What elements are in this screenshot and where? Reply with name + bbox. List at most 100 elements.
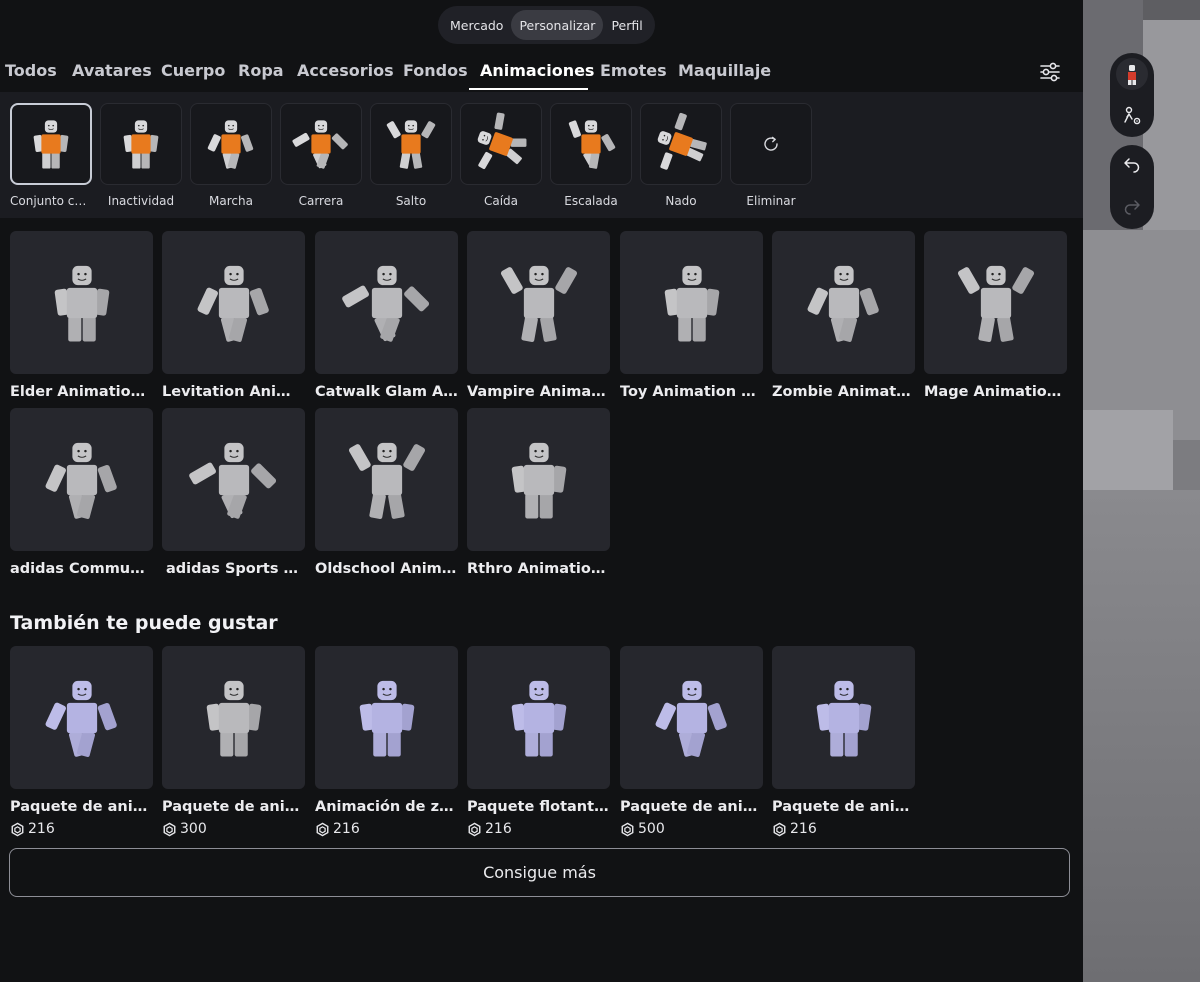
avatar-settings-button[interactable]: [1110, 95, 1154, 137]
top-segmented-control: Mercado Personalizar Perfil: [438, 6, 655, 44]
card-name: Oldschool Animati...: [315, 561, 458, 577]
tab-todos[interactable]: Todos: [5, 61, 57, 91]
card-name: Animación de zom...: [315, 799, 458, 815]
card-price: 216: [10, 820, 153, 838]
subcat-thumb: [550, 103, 632, 185]
tab-cuerpo[interactable]: Cuerpo: [161, 61, 225, 91]
tab-ropa[interactable]: Ropa: [238, 61, 284, 91]
subcat-thumb: [370, 103, 452, 185]
card-name: Toy Animation Pack: [620, 384, 763, 400]
avatar-figure-icon: [386, 120, 436, 169]
subcat-label: Salto: [395, 194, 427, 208]
card-price: 300: [162, 820, 305, 838]
tab-animaciones[interactable]: Animaciones: [480, 61, 594, 91]
subcat-label: Conjunto co...: [10, 194, 92, 208]
avatar-figure-icon: [655, 680, 727, 757]
segment-perfil[interactable]: Perfil: [603, 10, 650, 40]
avatar-figure-icon: [54, 265, 109, 341]
avatar-figure-icon: [359, 680, 414, 756]
owned-pack-card[interactable]: Rthro Animation P...: [467, 408, 610, 579]
segment-mercado[interactable]: Mercado: [442, 10, 511, 40]
subcat-thumb: [280, 103, 362, 185]
subcat-carrera[interactable]: Carrera: [280, 103, 362, 208]
undo-icon: [1124, 158, 1140, 173]
tab-maquillaje[interactable]: Maquillaje: [678, 61, 771, 91]
recommended-pack-card[interactable]: Paquete de anima... 216: [10, 646, 153, 838]
robux-icon: [163, 822, 176, 836]
owned-pack-card[interactable]: adidas Sports Ani...: [162, 408, 305, 579]
subcat-marcha[interactable]: Marcha: [190, 103, 272, 208]
tab-avatares[interactable]: Avatares: [72, 61, 152, 91]
subcat-inactividad[interactable]: Inactividad: [100, 103, 182, 208]
owned-pack-card[interactable]: Mage Animation P...: [924, 231, 1067, 402]
card-thumbnail: [620, 646, 763, 789]
recommended-pack-card[interactable]: Paquete de anima... 300: [162, 646, 305, 838]
animation-subcategory-strip: Conjunto co... Inactividad Marcha Carrer…: [0, 92, 1083, 218]
avatar-figure-icon: [500, 265, 577, 342]
avatar-figure-icon: [957, 265, 1034, 342]
subcat-thumb: [190, 103, 272, 185]
card-thumbnail: [315, 646, 458, 789]
owned-pack-card[interactable]: adidas Community: [10, 408, 153, 579]
avatar-preview-button[interactable]: [1110, 53, 1154, 95]
person-gear-icon: [1124, 106, 1141, 125]
card-thumbnail: [315, 231, 458, 374]
subcat-thumb: [100, 103, 182, 185]
owned-pack-card[interactable]: Vampire Animatio...: [467, 231, 610, 402]
subcat-escalada[interactable]: Escalada: [550, 103, 632, 208]
recommended-pack-card[interactable]: Paquete de anima... 216: [772, 646, 915, 838]
price-value: 216: [333, 821, 360, 837]
subcat-thumb: [460, 103, 542, 185]
owned-pack-card[interactable]: Levitation Animati...: [162, 231, 305, 402]
redo-button[interactable]: [1110, 187, 1154, 229]
avatar-figure-icon: [568, 120, 616, 169]
robux-icon: [621, 822, 634, 836]
redo-icon: [1124, 200, 1140, 215]
owned-pack-card[interactable]: Oldschool Animati...: [315, 408, 458, 579]
card-thumbnail: [620, 231, 763, 374]
viewport-avatar-controls: [1110, 53, 1154, 137]
avatar-figure-icon: [816, 680, 871, 756]
card-thumbnail: [162, 408, 305, 551]
viewport-history-controls: [1110, 145, 1154, 229]
get-more-button[interactable]: Consigue más: [9, 848, 1070, 897]
active-tab-indicator: [469, 88, 588, 90]
tab-accesorios[interactable]: Accesorios: [297, 61, 394, 91]
subcat-eliminar[interactable]: Eliminar: [730, 103, 812, 208]
tab-fondos[interactable]: Fondos: [403, 61, 468, 91]
card-name: Rthro Animation P...: [467, 561, 610, 577]
card-thumbnail: [10, 408, 153, 551]
recommended-pack-card[interactable]: Paquete flotante ... 216: [467, 646, 610, 838]
avatar-figure-icon: [206, 680, 261, 756]
avatar-figure-icon: [348, 442, 425, 519]
segment-personalizar[interactable]: Personalizar: [511, 10, 604, 40]
subcat-salto[interactable]: Salto: [370, 103, 452, 208]
subcat-label: Escalada: [564, 194, 618, 208]
robux-icon: [773, 822, 786, 836]
avatar-figure-icon: [657, 112, 707, 170]
card-thumbnail: [10, 231, 153, 374]
owned-pack-card[interactable]: Zombie Animation ...: [772, 231, 915, 402]
avatar-figure-icon: [292, 120, 348, 169]
robux-icon: [316, 822, 329, 836]
avatar-figure-icon: [477, 112, 527, 170]
price-value: 216: [28, 821, 55, 837]
owned-pack-card[interactable]: Elder Animation P...: [10, 231, 153, 402]
owned-pack-card[interactable]: Toy Animation Pack: [620, 231, 763, 402]
tab-emotes[interactable]: Emotes: [600, 61, 667, 91]
subcat-nado[interactable]: Nado: [640, 103, 722, 208]
recommended-pack-card[interactable]: Animación de zom... 216: [315, 646, 458, 838]
subcat-conjunto-completo[interactable]: Conjunto co...: [10, 103, 92, 208]
robux-icon: [11, 822, 24, 836]
recommended-section-title: También te puede gustar: [10, 612, 278, 634]
recommended-pack-card[interactable]: Paquete de anima... 500: [620, 646, 763, 838]
card-name: adidas Sports Ani...: [166, 561, 305, 577]
subcat-caida[interactable]: Caída: [460, 103, 542, 208]
undo-button[interactable]: [1110, 145, 1154, 187]
filter-sliders-icon[interactable]: [1036, 58, 1064, 86]
avatar-figure-icon: [664, 265, 719, 341]
card-name: Paquete de anima...: [772, 799, 915, 815]
card-thumbnail: [467, 646, 610, 789]
owned-pack-card[interactable]: Catwalk Glam Ani...: [315, 231, 458, 402]
price-value: 500: [638, 821, 665, 837]
